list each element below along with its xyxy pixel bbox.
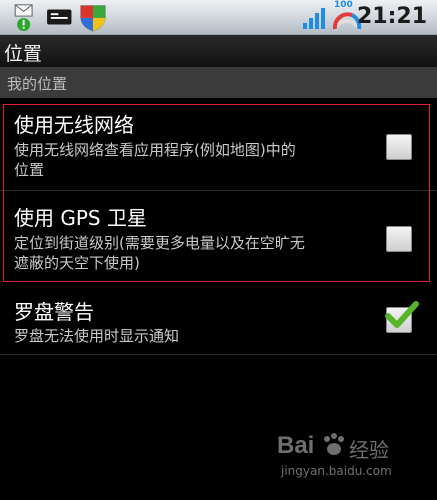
paw-icon — [324, 433, 344, 455]
divider — [0, 354, 437, 355]
shield-icon[interactable] — [80, 5, 106, 32]
page-title: 位置 — [4, 43, 43, 65]
status-left-icons — [14, 4, 106, 32]
compass-warning-checkbox[interactable] — [385, 301, 419, 333]
title-bar: 位置 — [0, 35, 437, 68]
message-icon[interactable] — [47, 9, 72, 25]
watermark-brand: Bai — [277, 432, 315, 459]
signal-icon — [303, 8, 325, 29]
watermark-brand-2: 经验 — [349, 438, 389, 462]
setting-compass-warning[interactable]: 罗盘警告 罗盘无法使用时显示通知 — [0, 286, 437, 354]
baidu-watermark: Bai 经验 jingyan.baidu.com — [277, 426, 407, 486]
checkmark-icon — [385, 301, 419, 328]
battery-level: 100 — [334, 0, 353, 10]
watermark-url: jingyan.baidu.com — [281, 464, 392, 478]
setting-summary: 罗盘无法使用时显示通知 — [14, 327, 180, 345]
notification-alert-icon[interactable] — [14, 4, 33, 32]
highlight-frame — [3, 104, 430, 282]
section-header: 我的位置 — [0, 68, 437, 98]
status-clock: 21:21 — [356, 4, 427, 29]
setting-title: 罗盘警告 — [14, 300, 94, 324]
status-bar: 100 21:21 — [0, 0, 437, 35]
section-label: 我的位置 — [7, 75, 68, 93]
